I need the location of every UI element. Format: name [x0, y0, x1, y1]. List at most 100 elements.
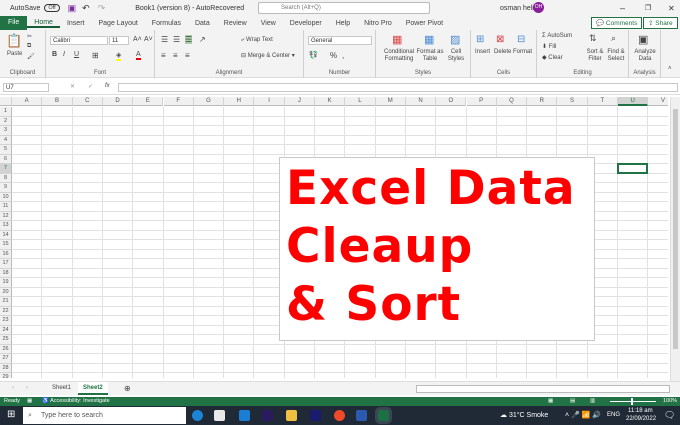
- sheet-tab-sheet1[interactable]: Sheet1: [52, 385, 71, 391]
- column-header-R[interactable]: R: [527, 97, 558, 106]
- tab-power-pivot[interactable]: Power Pivot: [399, 20, 450, 27]
- prev-sheet-icon[interactable]: ‹: [12, 385, 14, 391]
- enter-icon[interactable]: ✓: [88, 83, 93, 90]
- delete-cells-button[interactable]: Delete: [494, 49, 511, 55]
- zoom-slider[interactable]: [610, 398, 656, 405]
- autosave-toggle[interactable]: Off: [44, 4, 60, 12]
- column-header-T[interactable]: T: [587, 97, 618, 106]
- row-header-6[interactable]: 6: [0, 154, 12, 164]
- row-header-21[interactable]: 21: [0, 297, 12, 307]
- comments-button[interactable]: 💬 Comments: [591, 17, 643, 29]
- column-header-G[interactable]: G: [193, 97, 225, 106]
- row-header-8[interactable]: 8: [0, 173, 12, 183]
- row-header-2[interactable]: 2: [0, 116, 12, 126]
- fill-color-icon[interactable]: ◈: [116, 51, 122, 61]
- format-cells-icon[interactable]: ⊟: [517, 34, 525, 45]
- delete-cells-icon[interactable]: ⊠: [496, 34, 504, 45]
- row-header-29[interactable]: 29: [0, 373, 12, 378]
- format-painter-icon[interactable]: 🖌: [27, 53, 35, 60]
- comma-icon[interactable]: ,: [342, 51, 344, 60]
- accessibility-status[interactable]: ♿ Accessibility: Investigate: [42, 397, 110, 406]
- close-icon[interactable]: ✕: [668, 4, 675, 13]
- font-size-select[interactable]: 11: [109, 36, 129, 45]
- copy-icon[interactable]: ⧉: [27, 43, 31, 50]
- tab-nitro-pro[interactable]: Nitro Pro: [357, 20, 399, 27]
- row-header-27[interactable]: 27: [0, 354, 12, 364]
- align-left-icon[interactable]: ≡: [161, 51, 166, 60]
- column-header-C[interactable]: C: [72, 97, 103, 106]
- language[interactable]: ENG: [607, 412, 620, 418]
- insert-cells-button[interactable]: Insert: [475, 49, 490, 55]
- column-header-F[interactable]: F: [163, 97, 194, 106]
- normal-view-icon[interactable]: ▦: [548, 397, 553, 406]
- row-header-13[interactable]: 13: [0, 221, 12, 231]
- align-middle-icon[interactable]: ☰: [173, 35, 180, 44]
- sort-filter-button[interactable]: Sort & Filter: [585, 49, 605, 63]
- row-header-18[interactable]: 18: [0, 268, 12, 278]
- column-header-B[interactable]: B: [42, 97, 73, 106]
- row-header-4[interactable]: 4: [0, 135, 12, 145]
- tab-file[interactable]: File: [0, 16, 28, 30]
- wrap-text-button[interactable]: ⤶ Wrap Text: [241, 37, 273, 44]
- next-sheet-icon[interactable]: ›: [26, 385, 28, 391]
- analyze-data-button[interactable]: Analyze Data: [632, 49, 658, 63]
- cancel-icon[interactable]: ✕: [70, 83, 75, 90]
- file-explorer-icon[interactable]: [286, 410, 297, 421]
- weather[interactable]: ☁ 31°C Smoke: [500, 411, 548, 419]
- page-layout-view-icon[interactable]: ▤: [570, 397, 575, 406]
- row-header-1[interactable]: 1: [0, 107, 12, 117]
- row-header-16[interactable]: 16: [0, 249, 12, 259]
- page-break-view-icon[interactable]: ▥: [590, 397, 595, 406]
- find-select-button[interactable]: Find & Select: [605, 49, 627, 63]
- tab-view[interactable]: View: [254, 20, 283, 27]
- notifications-icon[interactable]: 🗨: [664, 410, 675, 421]
- decrease-font-icon[interactable]: A˅: [144, 36, 153, 43]
- insert-function-button[interactable]: fx: [105, 83, 110, 89]
- row-header-25[interactable]: 25: [0, 335, 12, 345]
- restore-icon[interactable]: ❐: [645, 4, 651, 12]
- edge-icon[interactable]: [192, 410, 203, 421]
- column-header-L[interactable]: L: [345, 97, 376, 106]
- column-header-H[interactable]: H: [224, 97, 255, 106]
- sheet-tab-sheet2[interactable]: Sheet2: [78, 382, 108, 395]
- sort-filter-icon[interactable]: ⇅: [589, 33, 597, 44]
- conditional-formatting-button[interactable]: Conditional Formatting: [381, 49, 417, 63]
- row-header-19[interactable]: 19: [0, 278, 12, 288]
- percent-button[interactable]: %: [330, 51, 337, 60]
- windows-start-icon[interactable]: ⊞: [7, 409, 15, 420]
- row-header-24[interactable]: 24: [0, 325, 12, 335]
- column-header-M[interactable]: M: [375, 97, 406, 106]
- horizontal-scrollbar[interactable]: [416, 385, 670, 393]
- avatar[interactable]: OH: [533, 2, 544, 13]
- cell-styles-button[interactable]: Cell Styles: [444, 49, 468, 63]
- new-sheet-icon[interactable]: ⊕: [124, 384, 131, 393]
- row-header-12[interactable]: 12: [0, 211, 12, 221]
- column-header-Q[interactable]: Q: [496, 97, 528, 106]
- column-header-V[interactable]: V: [648, 97, 668, 106]
- vertical-scrollbar[interactable]: [670, 97, 680, 381]
- audition-icon[interactable]: [310, 410, 321, 421]
- column-header-A[interactable]: A: [12, 97, 43, 106]
- cell-styles-icon[interactable]: ▨: [450, 33, 460, 46]
- accounting-icon[interactable]: 💱: [309, 51, 318, 59]
- column-header-S[interactable]: S: [557, 97, 588, 106]
- minimize-icon[interactable]: –: [620, 3, 625, 13]
- align-bottom-icon[interactable]: ☰: [185, 35, 193, 44]
- row-header-26[interactable]: 26: [0, 344, 12, 354]
- collapse-ribbon-icon[interactable]: ˄: [668, 66, 672, 72]
- column-header-I[interactable]: I: [254, 97, 285, 106]
- orientation-icon[interactable]: ↗: [199, 35, 206, 44]
- analyze-data-icon[interactable]: ▣: [638, 33, 648, 46]
- save-icon[interactable]: ▣: [68, 3, 77, 14]
- font-color-icon[interactable]: A: [136, 51, 141, 60]
- merge-center-button[interactable]: ⊟ Merge & Center ▾: [241, 52, 295, 59]
- clear-button[interactable]: ◆ Clear: [542, 54, 563, 61]
- column-header-N[interactable]: N: [405, 97, 437, 106]
- word-icon[interactable]: [356, 410, 367, 421]
- row-header-3[interactable]: 3: [0, 126, 12, 136]
- align-center-icon[interactable]: ≡: [173, 51, 178, 60]
- row-header-5[interactable]: 5: [0, 145, 12, 155]
- format-as-table-button[interactable]: Format as Table: [416, 49, 444, 63]
- undo-icon[interactable]: ↶: [82, 3, 90, 14]
- macro-icon[interactable]: ▦: [27, 397, 32, 406]
